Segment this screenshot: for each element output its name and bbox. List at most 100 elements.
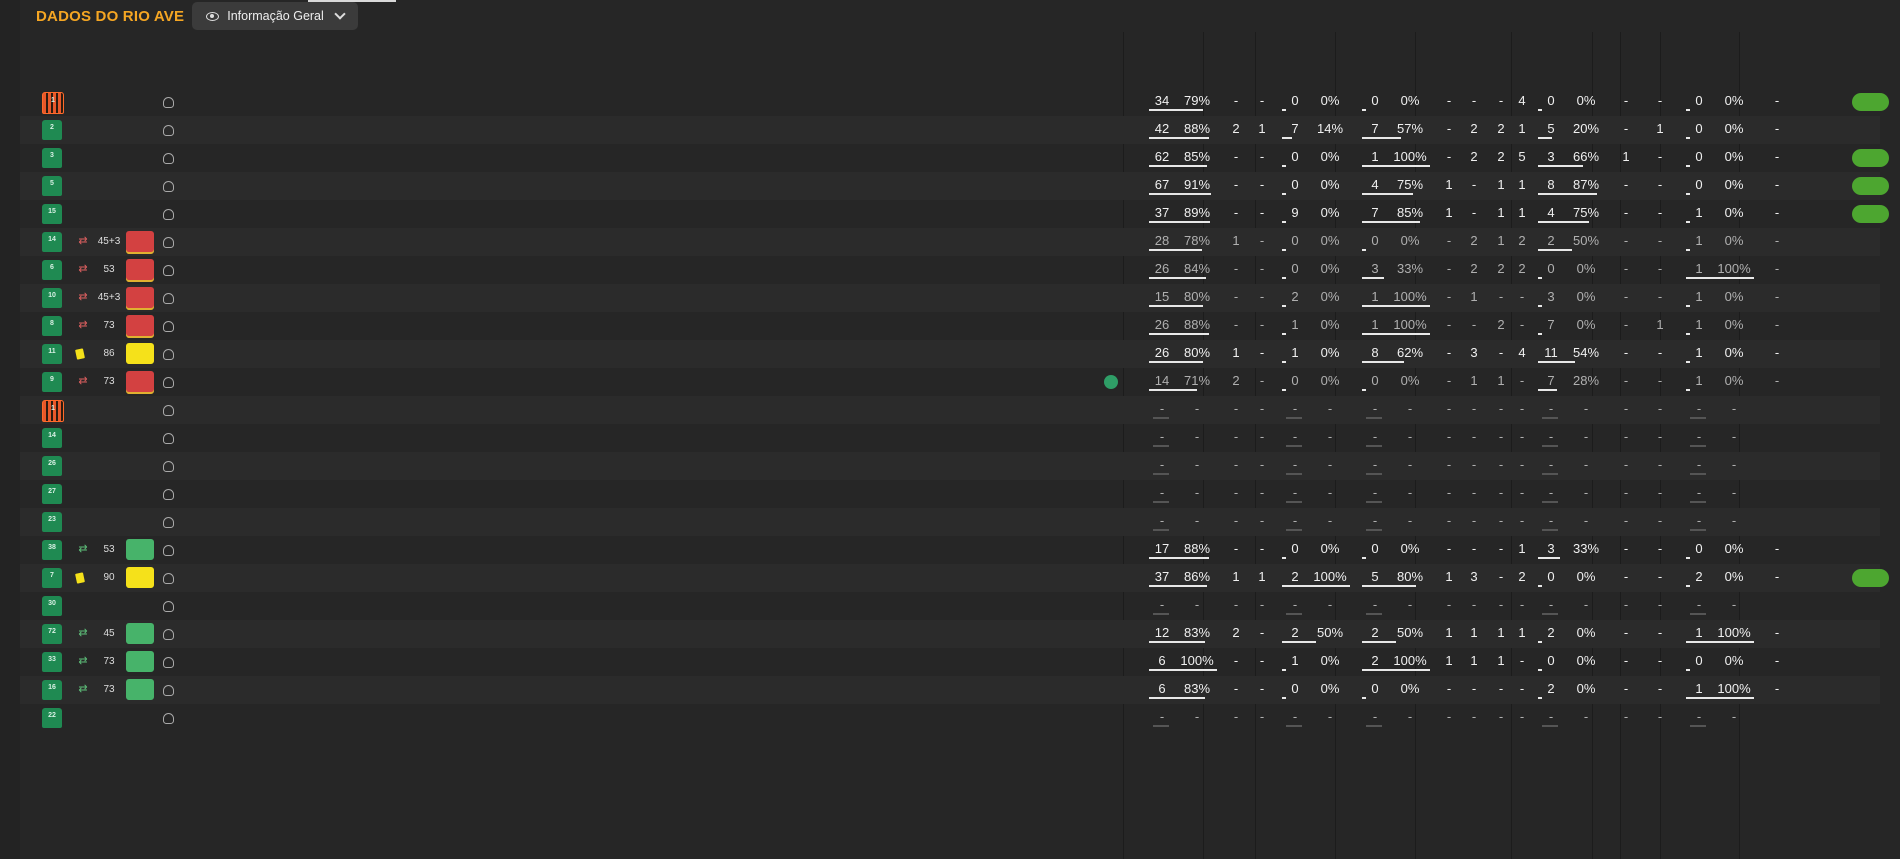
yellow-card-badge[interactable]: [126, 567, 154, 588]
shirt-number: 15: [48, 208, 56, 215]
table-row[interactable]: 16 ⇄ 73 6 83% - -0 0% 0 0% - - - -2 0% - -1 100% -: [20, 676, 1880, 704]
substituted-on-badge[interactable]: [126, 623, 154, 644]
substituted-off-badge[interactable]: [126, 315, 154, 336]
shots-bar: [1686, 249, 1690, 251]
tackle-crt: 2: [1497, 317, 1505, 332]
table-row[interactable]: 9 ⇄ 73 14 71% 2-0 0% 0 0% -1 1-7 28% - -1 0% -: [20, 368, 1880, 396]
pass-ocg: -: [1259, 709, 1265, 724]
tackles-attempts: 1: [1371, 149, 1379, 164]
yellow-card-badge[interactable]: [126, 343, 154, 364]
shirt-number-icon: 9: [42, 372, 62, 392]
view-selector-dropdown[interactable]: Informação Geral: [192, 2, 358, 30]
table-row[interactable]: 10 ⇄ 45+3 15 80% - -2 0% 1 100% -1- -3 0% - -1 0% -: [20, 284, 1880, 312]
pass-ocg: -: [1259, 429, 1265, 444]
morale-heart-icon: [1827, 206, 1843, 222]
pass-ch: -: [1233, 513, 1239, 528]
tackle-faf: 1: [1470, 289, 1478, 304]
rating-badge: [1852, 289, 1889, 307]
tackle-ch: 1: [1445, 205, 1453, 220]
shots-percent: 0%: [1724, 569, 1744, 584]
aerial-bar: [1538, 165, 1583, 167]
shots-percent: 0%: [1724, 373, 1744, 388]
table-row[interactable]: 8 ⇄ 73 26 88% - -1 0% 1 100% - -2-7 0% -1 1 0% -: [20, 312, 1880, 340]
table-row[interactable]: 38 ⇄ 53 17 88% - -0 0% 0 0% - - -1 3 33% - -0 0% -: [20, 536, 1880, 564]
substituted-off-badge[interactable]: [126, 231, 154, 252]
table-row[interactable]: 15 37 89% - -9 0% 7 85% 1-1 1 4 75% - -1 0% -: [20, 200, 1889, 228]
substituted-off-badge[interactable]: [126, 259, 154, 280]
table-row[interactable]: 11 86 26 80% 1-1 0% 8 62% -3-4 11 54% - -1 0% -: [20, 340, 1880, 368]
tackle-crt: 1: [1497, 373, 1505, 388]
table-row[interactable]: 14- - - - - - - - - - - - - - - - - -: [20, 424, 1880, 452]
substituted-off-badge[interactable]: [126, 371, 154, 392]
aerial-percent: 75%: [1572, 205, 1600, 220]
tackles-percent: -: [1407, 401, 1413, 416]
passes-attempts: 37: [1154, 569, 1170, 584]
tackles-attempts: -: [1372, 401, 1378, 416]
passes-bar: [1149, 641, 1206, 643]
table-row[interactable]: 3 62 85% - -0 0% 1 100% -2 2 5 3 66% 1-0 0% -: [20, 144, 1889, 172]
various-fnt: -: [1657, 93, 1663, 108]
tackle-crt: 1: [1497, 205, 1505, 220]
crosses-attempts: 1: [1291, 653, 1299, 668]
table-row[interactable]: 72 ⇄ 45 12 83% 2-2 50% 2 50% 1 1 1 1 2 0% - -1 100% -: [20, 620, 1880, 648]
tackles-bar: [1362, 641, 1396, 643]
player-avatar-icon: [163, 181, 174, 192]
shirt-number: 8: [50, 320, 54, 327]
yellow-card-icon: [75, 348, 85, 360]
substituted-off-badge[interactable]: [126, 287, 154, 308]
passes-bar: [1149, 137, 1209, 139]
aerial-bar: [1538, 109, 1542, 111]
table-row[interactable]: 26- - - - - - - - - - - - - - - - - -: [20, 452, 1880, 480]
shirt-number: 33: [48, 656, 56, 663]
substituted-on-badge[interactable]: [126, 651, 154, 672]
tackle-crt: 2: [1497, 149, 1505, 164]
shots-bar: [1686, 137, 1690, 139]
table-row[interactable]: 1 34 79% - -0 0% 0 0% - - -4 0 0% - -0 0% -: [20, 88, 1889, 116]
tackle-a: 4: [1518, 345, 1526, 360]
table-row[interactable]: 14 ⇄ 45+3 28 78% 1-0 0% 0 0% -2 1 2 2 50% - -1 0% -: [20, 228, 1880, 256]
table-row[interactable]: 33 ⇄ 73 6 100% - -1 0% 2 100% 1 1 1-0 0% - -0 0% -: [20, 648, 1880, 676]
goals: -: [1774, 93, 1780, 108]
passes-bar: [1149, 361, 1204, 363]
table-row[interactable]: 22- - - - - - - - - - - - - - - - - -: [20, 704, 1880, 732]
table-row[interactable]: 2 42 88% 2 1 7 14% 7 57% -2 2 1 5 20% -1 0 0% -: [20, 116, 1880, 144]
shots-attempts: -: [1696, 457, 1702, 472]
table-row[interactable]: 27- - - - - - - - - - - - - - - - - -: [20, 480, 1880, 508]
passes-attempts: 17: [1154, 541, 1170, 556]
various-fnt: -: [1657, 177, 1663, 192]
player-avatar-icon: [163, 377, 174, 388]
tackles-percent: 33%: [1396, 261, 1424, 276]
tackle-a: -: [1519, 597, 1525, 612]
shots-percent: 0%: [1724, 653, 1744, 668]
aerial-percent: -: [1583, 457, 1589, 472]
goals: -: [1774, 261, 1780, 276]
aerial-bar: [1542, 529, 1558, 531]
pass-ch: -: [1233, 317, 1239, 332]
crosses-percent: 0%: [1320, 261, 1340, 276]
substituted-on-badge[interactable]: [126, 539, 154, 560]
table-row[interactable]: 30- - - - - - - - - - - - - - - - - -: [20, 592, 1880, 620]
substituted-on-badge[interactable]: [126, 679, 154, 700]
morale-heart-icon: [1827, 122, 1843, 138]
table-row[interactable]: 23- - - - - - - - - - - - - - - - - -: [20, 508, 1880, 536]
table-row[interactable]: 7 90 37 86% 1 1 2 100% 5 80% 1 3-2 0 0% - -2 0% -: [20, 564, 1889, 592]
cards-ch: -: [1623, 597, 1629, 612]
shots-percent: 0%: [1724, 541, 1744, 556]
aerial-attempts: 0: [1547, 653, 1555, 668]
tackles-percent: 80%: [1396, 569, 1424, 584]
tackles-bar: [1362, 585, 1417, 587]
table-row[interactable]: 5 67 91% - -0 0% 4 75% 1-1 1 8 87% - -0 0% -: [20, 172, 1889, 200]
various-fnt: -: [1657, 653, 1663, 668]
passes-percent: 79%: [1183, 93, 1211, 108]
tackles-bar: [1366, 417, 1382, 419]
aerial-bar: [1542, 501, 1558, 503]
shots-percent: 0%: [1724, 289, 1744, 304]
crosses-attempts: -: [1292, 597, 1298, 612]
shots-bar: [1690, 473, 1706, 475]
shirt-number-icon: 8: [42, 316, 62, 336]
aerial-percent: 33%: [1572, 541, 1600, 556]
table-row[interactable]: 6 ⇄ 53 26 84% - -0 0% 3 33% -2 2 2 0 0% - -1 100% -: [20, 256, 1880, 284]
table-row[interactable]: 1------------------: [20, 396, 1880, 424]
shots-bar: [1686, 333, 1690, 335]
tackle-ch: -: [1446, 709, 1452, 724]
